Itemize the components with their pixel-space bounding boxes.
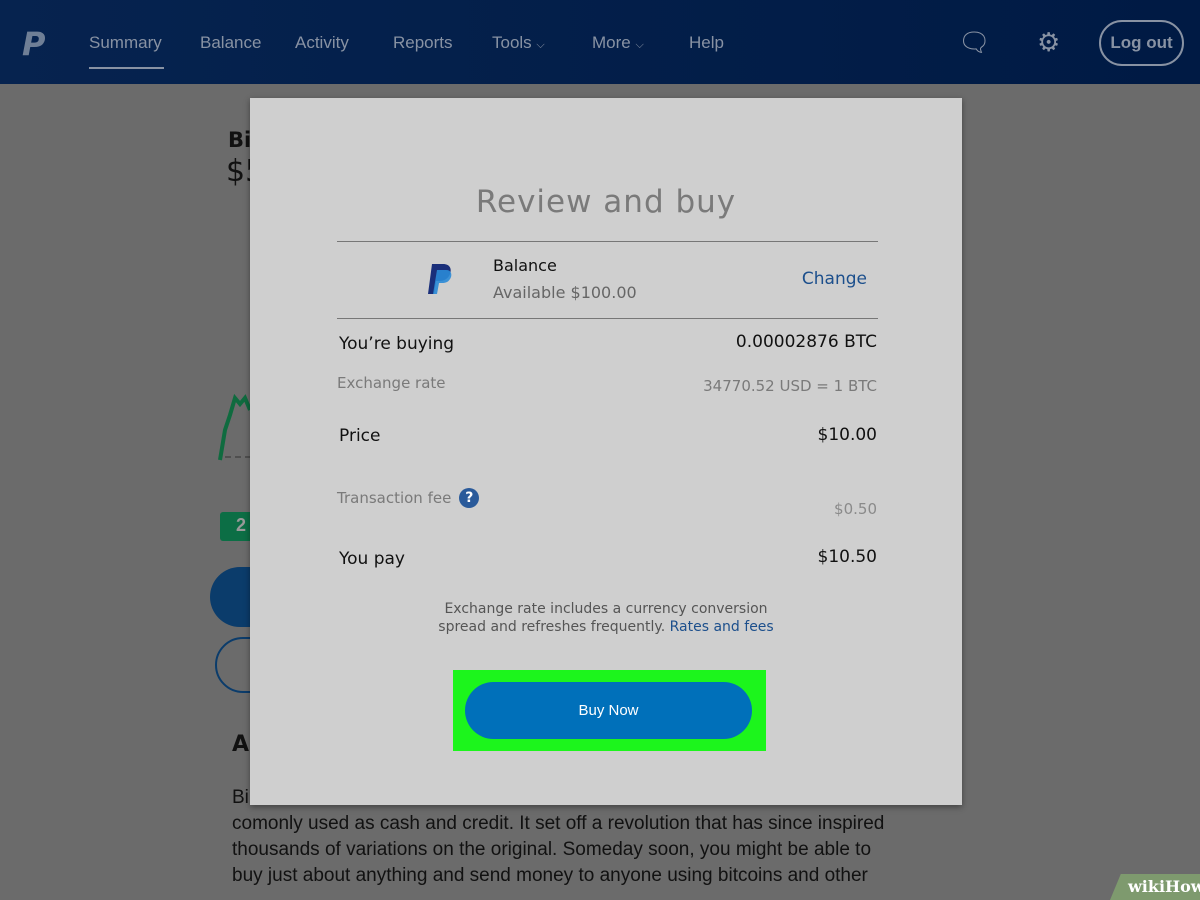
change-link[interactable]: Change (802, 269, 867, 289)
nav-tools[interactable]: Tools ⌵ (492, 33, 545, 53)
funding-available: Available $100.00 (493, 283, 637, 302)
divider (337, 318, 878, 319)
nav-activity[interactable]: Activity (295, 33, 349, 53)
paypal-logo[interactable]: P (22, 28, 50, 60)
price-label: Price (339, 426, 381, 446)
chevron-down-icon: ⌵ (635, 39, 644, 51)
buying-value: 0.00002876 BTC (735, 332, 877, 352)
active-tab-underline (89, 67, 164, 69)
about-heading: A (232, 732, 250, 757)
wikihow-watermark: wikiHow (1110, 874, 1200, 900)
gear-icon[interactable]: ⚙ (1037, 28, 1060, 58)
disclaimer-text: spread and refreshes frequently. (438, 619, 666, 635)
divider (337, 241, 878, 242)
buying-label: You’re buying (339, 334, 455, 354)
paragraph-line: thousands of variations on the original.… (232, 839, 872, 860)
disclaimer-line: spread and refreshes frequently. Rates a… (250, 618, 962, 636)
paragraph-line: comonly used as cash and credit. It set … (232, 813, 885, 834)
price-value: $10.00 (817, 425, 877, 445)
modal-title: Review and buy (475, 184, 737, 220)
pay-label: You pay (339, 549, 405, 569)
nav-balance[interactable]: Balance (200, 33, 261, 53)
fee-label: Transaction fee? (337, 488, 480, 508)
disclaimer-line: Exchange rate includes a currency conver… (444, 601, 768, 617)
funding-name: Balance (493, 256, 557, 275)
nav-tools-label: Tools (492, 33, 532, 52)
buy-now-button[interactable]: Buy Now (465, 682, 752, 739)
buy-now-highlight: Buy Now (453, 670, 766, 751)
paragraph-line: buy just about anything and send money t… (232, 865, 868, 886)
top-nav: P Summary Balance Activity Reports Tools… (0, 0, 1200, 84)
bitcoin-heading: Bi (228, 128, 252, 152)
rate-label: Exchange rate (337, 374, 446, 392)
rate-value: 34770.52 USD = 1 BTC (703, 377, 877, 395)
nav-more-label: More (592, 33, 631, 52)
pay-value: $10.50 (817, 547, 877, 567)
rates-and-fees-link[interactable]: Rates and fees (670, 619, 774, 635)
chevron-down-icon: ⌵ (536, 39, 545, 51)
nav-reports[interactable]: Reports (393, 33, 453, 53)
review-and-buy-modal: Review and buy Balance Available $100.00… (250, 98, 962, 805)
price-chart (218, 393, 252, 461)
paypal-logo-icon (428, 264, 452, 294)
fee-value: $0.50 (834, 500, 877, 518)
help-icon[interactable]: ? (459, 488, 480, 508)
logout-button[interactable]: Log out (1099, 20, 1184, 66)
paragraph-line: Bi (232, 787, 249, 808)
nav-help[interactable]: Help (689, 33, 724, 53)
nav-summary[interactable]: Summary (89, 33, 162, 53)
message-center-icon[interactable]: 🗨 (958, 28, 991, 58)
disclaimer: Exchange rate includes a currency conver… (250, 600, 962, 636)
nav-more[interactable]: More ⌵ (592, 33, 644, 53)
fee-label-text: Transaction fee (337, 489, 452, 507)
